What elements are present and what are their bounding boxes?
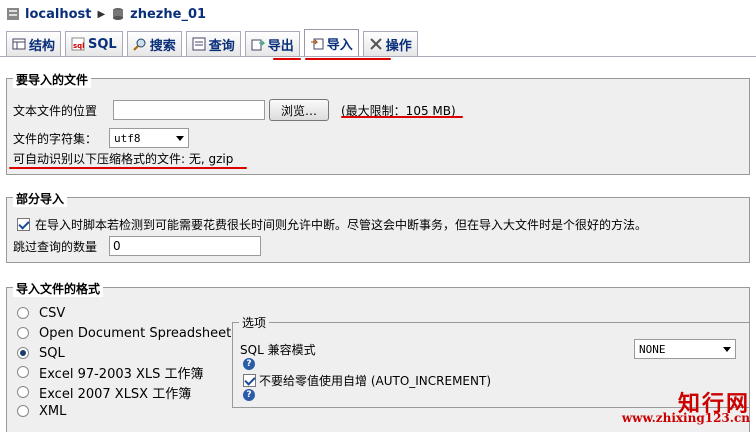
charset-row: 文件的字符集： utf8 [13, 128, 189, 148]
help-icon[interactable]: ? [243, 389, 255, 401]
auto-increment-checkbox[interactable] [243, 374, 256, 387]
tab-label: 搜索 [149, 38, 176, 54]
sql-compat-label: SQL 兼容模式 [240, 343, 316, 357]
file-path-input[interactable] [113, 100, 265, 120]
chevron-down-icon [723, 346, 731, 352]
compression-note-row: 可自动识别以下压缩格式的文件: 无, gzip [13, 150, 233, 167]
fieldset-legend: 要导入的文件 [13, 71, 92, 88]
skip-queries-input[interactable] [109, 236, 261, 256]
radio-button[interactable] [17, 386, 29, 398]
tab-label: 结构 [29, 38, 56, 54]
tab-query[interactable]: 查询 [185, 31, 241, 56]
compression-note: 可自动识别以下压缩格式的文件: 无, gzip [13, 152, 234, 166]
file-location-label: 文本文件的位置 [13, 103, 98, 118]
charset-label: 文件的字符集： [13, 131, 98, 146]
query-icon [192, 37, 206, 51]
format-label: XML [39, 403, 67, 419]
format-option-xlsx[interactable]: Excel 2007 XLSX 工作簿 [17, 383, 192, 402]
tab-export[interactable]: 导出 [244, 31, 300, 56]
charset-select[interactable]: utf8 [109, 128, 189, 148]
tab-sql[interactable]: sql SQL [65, 31, 123, 56]
interrupt-row: 在导入时脚本若检测到可能需要花费很长时间则允许中断。尽管这会中断事务，但在导入大… [17, 216, 647, 233]
chevron-down-icon [176, 135, 184, 141]
search-icon [133, 37, 147, 51]
export-highlight-underline [273, 58, 301, 60]
format-label: Excel 2007 XLSX 工作簿 [39, 386, 192, 402]
charset-value: utf8 [114, 131, 141, 145]
watermark-url: www.zhixing123.cn [621, 411, 750, 425]
radio-button[interactable] [17, 366, 29, 378]
import-highlight-underline [305, 58, 391, 60]
tab-divider [0, 56, 756, 57]
tab-label: 操作 [385, 38, 412, 54]
allow-interrupt-label: 在导入时脚本若检测到可能需要花费很长时间则允许中断。尽管这会中断事务，但在导入大… [35, 218, 648, 232]
breadcrumb: localhost ▶ zhezhe_01 [6, 5, 206, 23]
tab-bar: 结构 sql SQL 搜索 查询 导出 导入 操作 [6, 29, 418, 57]
fieldset-legend: 导入文件的格式 [13, 280, 104, 297]
radio-button[interactable] [17, 347, 29, 359]
auto-increment-label: 不要给零值使用自增 (AUTO_INCREMENT) [259, 374, 492, 388]
format-option-xls[interactable]: Excel 97-2003 XLS 工作簿 [17, 363, 204, 382]
breadcrumb-database[interactable]: zhezhe_01 [130, 7, 206, 22]
compat-row: SQL 兼容模式 [240, 341, 316, 358]
radio-button[interactable] [17, 307, 29, 319]
structure-icon [12, 37, 26, 51]
import-icon [310, 36, 324, 50]
database-icon [111, 7, 125, 21]
format-option-sql[interactable]: SQL [17, 344, 65, 362]
fieldset-legend: 部分导入 [13, 190, 68, 207]
browse-button[interactable]: 浏览… [269, 99, 329, 121]
skip-queries-label: 跳过查询的数量 [13, 239, 98, 254]
server-icon [6, 7, 20, 21]
tab-label: SQL [88, 36, 117, 52]
format-label: Excel 97-2003 XLS 工作簿 [39, 366, 204, 382]
sql-compat-value: NONE [639, 342, 666, 356]
svg-text:sql: sql [73, 42, 85, 50]
max-limit-highlight-underline [341, 116, 463, 118]
breadcrumb-server[interactable]: localhost [25, 7, 91, 22]
auto-increment-row: 不要给零值使用自增 (AUTO_INCREMENT) [243, 372, 491, 389]
tab-label: 导入 [326, 37, 353, 53]
radio-button[interactable] [17, 327, 29, 339]
compression-highlight-underline [9, 167, 247, 169]
operations-icon [369, 37, 383, 51]
format-option-xml[interactable]: XML [17, 402, 66, 420]
allow-interrupt-checkbox[interactable] [17, 218, 30, 231]
sql-icon: sql [71, 37, 85, 51]
options-legend: 选项 [239, 314, 270, 331]
breadcrumb-separator-icon: ▶ [97, 8, 106, 20]
tab-label: 导出 [267, 38, 294, 54]
format-label: SQL [39, 345, 65, 361]
options-fieldset: 选项 [232, 314, 750, 408]
tab-search[interactable]: 搜索 [126, 31, 182, 56]
help-icon[interactable]: ? [243, 358, 255, 370]
tab-operations[interactable]: 操作 [362, 31, 418, 56]
export-icon [251, 37, 265, 51]
tab-import[interactable]: 导入 [303, 29, 359, 56]
format-label: Open Document Spreadsheet [39, 325, 232, 341]
radio-button[interactable] [17, 405, 29, 417]
tab-label: 查询 [208, 38, 235, 54]
sql-compat-select[interactable]: NONE [634, 339, 736, 359]
format-option-ods[interactable]: Open Document Spreadsheet [17, 324, 231, 342]
tab-structure[interactable]: 结构 [6, 31, 62, 56]
format-label: CSV [39, 305, 66, 321]
format-option-csv[interactable]: CSV [17, 304, 65, 322]
skip-queries-row: 跳过查询的数量 [13, 236, 261, 256]
